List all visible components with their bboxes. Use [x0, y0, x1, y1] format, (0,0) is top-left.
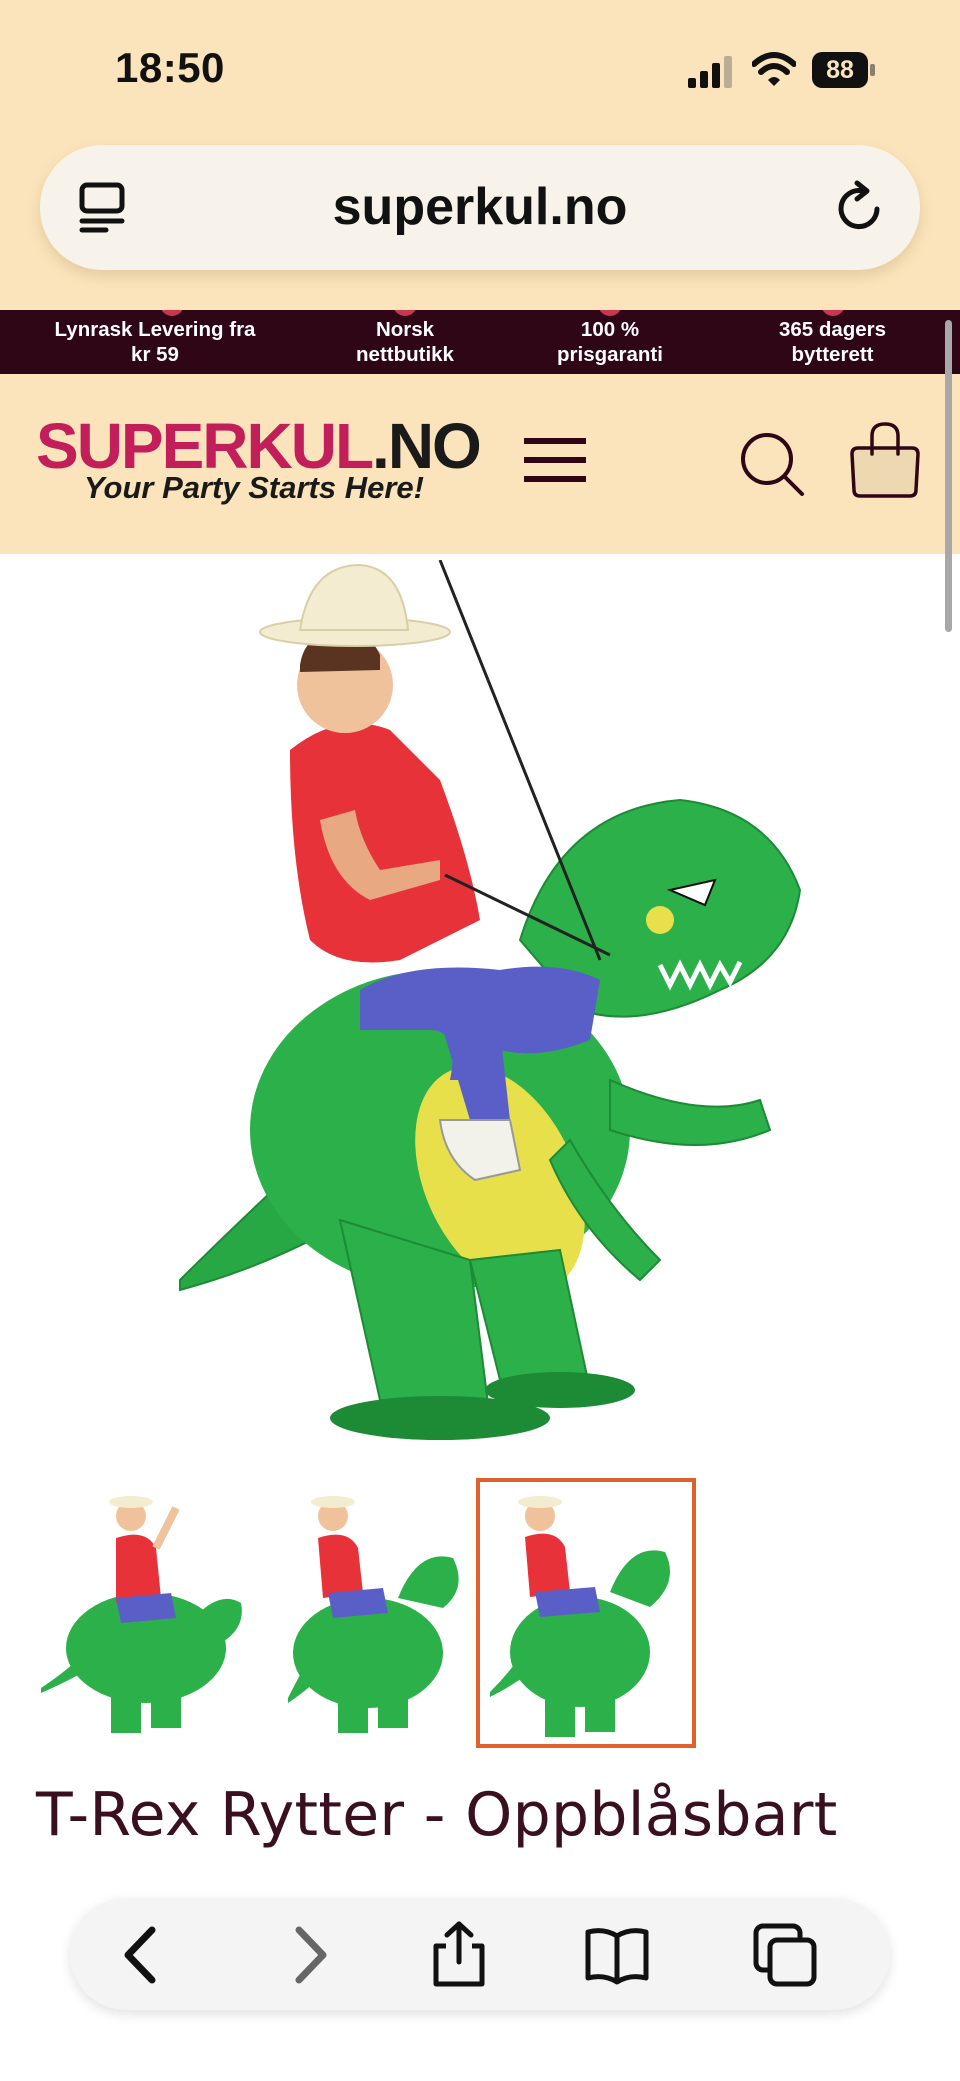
- usp-return-line1: 365 dagers: [778, 318, 887, 341]
- usp-delivery-line2: kr 59: [131, 343, 179, 366]
- url-text[interactable]: superkul.no: [40, 145, 920, 270]
- status-bar: 18:50 88 superkul.no: [0, 0, 960, 270]
- bookmarks-button[interactable]: [582, 1920, 652, 1990]
- logo-tagline: Your Party Starts Here!: [84, 470, 424, 505]
- forward-button[interactable]: [273, 1920, 343, 1990]
- product-thumbnail-1[interactable]: [36, 1478, 256, 1748]
- usp-delivery: Lynrask Levering fra kr 59: [20, 310, 290, 374]
- back-button[interactable]: [108, 1920, 178, 1990]
- share-button[interactable]: [424, 1920, 494, 1990]
- product-main-image[interactable]: [140, 560, 830, 1460]
- address-bar[interactable]: superkul.no: [40, 145, 920, 270]
- browser-toolbar: [70, 1898, 890, 2010]
- wifi-icon: [752, 52, 796, 86]
- page-menu-icon[interactable]: [76, 181, 130, 235]
- product-thumbnail-2[interactable]: [268, 1478, 488, 1748]
- battery-icon: 88: [812, 52, 876, 88]
- menu-icon[interactable]: [522, 434, 590, 486]
- logo[interactable]: SUPERKUL.NO: [36, 414, 482, 478]
- product-thumbnail-image: [288, 1496, 459, 1733]
- site-header: SUPERKUL.NO Your Party Starts Here!: [0, 374, 960, 554]
- tabs-button[interactable]: [750, 1920, 820, 1990]
- usp-norwegian-line1: Norsk: [375, 318, 435, 341]
- usp-price-line1: 100 %: [580, 318, 640, 341]
- book-icon: [585, 1928, 649, 1985]
- product-title: T-Rex Rytter - Oppblåsbart: [36, 1780, 838, 1850]
- usp-delivery-line1: Lynrask Levering fra: [54, 318, 256, 341]
- usp-return: 365 dagers bytterett: [745, 310, 920, 374]
- product-thumbnail-image: [480, 1482, 692, 1744]
- chevron-left-icon: [124, 1926, 156, 1984]
- chevron-right-icon: [295, 1926, 327, 1984]
- usp-price: 100 % prisgaranti: [530, 310, 690, 374]
- usp-return-line2: bytterett: [791, 343, 874, 366]
- cart-bag-icon[interactable]: [848, 420, 922, 498]
- battery-level: 88: [812, 52, 868, 88]
- search-icon[interactable]: [738, 430, 806, 498]
- tabs-icon: [753, 1923, 817, 1987]
- reload-icon[interactable]: [833, 179, 889, 237]
- usp-bar: Lynrask Levering fra kr 59 Norsk nettbut…: [0, 310, 960, 374]
- status-time: 18:50: [115, 44, 225, 91]
- usp-norwegian-line2: nettbutikk: [356, 343, 454, 366]
- cellular-signal-icon: [688, 56, 732, 88]
- product-thumbnail-3[interactable]: [476, 1478, 696, 1748]
- usp-norwegian: Norsk nettbutikk: [320, 310, 490, 374]
- share-icon: [433, 1921, 485, 1987]
- product-thumbnail-image: [41, 1496, 242, 1733]
- usp-price-line2: prisgaranti: [557, 343, 663, 366]
- page-scrollbar[interactable]: [945, 320, 952, 632]
